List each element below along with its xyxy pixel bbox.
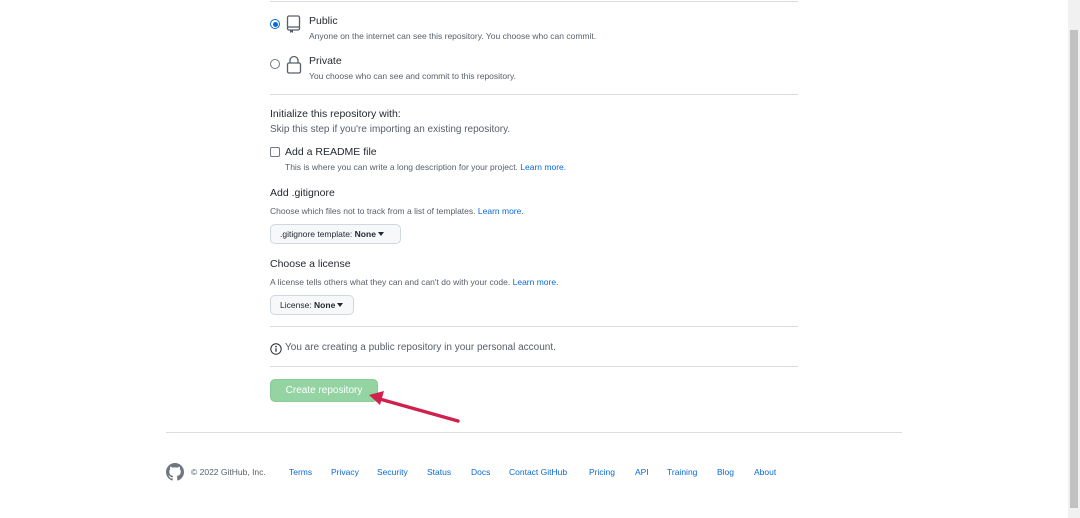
github-logo-icon[interactable] bbox=[166, 463, 184, 486]
license-description: A license tells others what they can and… bbox=[270, 277, 558, 287]
footer-link-contact-github[interactable]: Contact GitHub bbox=[509, 467, 567, 477]
footer-link-blog[interactable]: Blog bbox=[717, 467, 734, 477]
private-description: You choose who can see and commit to thi… bbox=[309, 71, 516, 81]
footer-link-api[interactable]: API bbox=[635, 467, 649, 477]
gitignore-template-dropdown[interactable]: .gitignore template: None bbox=[270, 224, 401, 244]
license-learn-more-link[interactable]: Learn more. bbox=[513, 277, 559, 287]
license-description-text: A license tells others what they can and… bbox=[270, 277, 511, 287]
private-radio[interactable] bbox=[270, 59, 280, 69]
scrollbar-thumb[interactable] bbox=[1070, 30, 1078, 508]
footer-link-docs[interactable]: Docs bbox=[471, 467, 490, 477]
license-heading: Choose a license bbox=[270, 258, 351, 270]
footer-link-status[interactable]: Status bbox=[427, 467, 451, 477]
section-divider bbox=[270, 94, 798, 95]
section-divider bbox=[270, 326, 798, 327]
section-divider bbox=[270, 366, 798, 367]
footer-link-training[interactable]: Training bbox=[667, 467, 697, 477]
gitignore-dropdown-value: None bbox=[354, 229, 376, 239]
lock-icon bbox=[286, 55, 302, 79]
initialize-heading: Initialize this repository with: bbox=[270, 108, 401, 120]
license-dropdown-prefix: License: bbox=[280, 300, 312, 310]
annotation-arrow-icon bbox=[369, 391, 460, 423]
license-dropdown[interactable]: License: None bbox=[270, 295, 354, 315]
readme-checkbox[interactable] bbox=[270, 147, 280, 157]
footer-link-privacy[interactable]: Privacy bbox=[331, 467, 359, 477]
readme-label[interactable]: Add a README file bbox=[285, 146, 377, 158]
gitignore-dropdown-prefix: .gitignore template: bbox=[280, 229, 353, 239]
footer-link-terms[interactable]: Terms bbox=[289, 467, 312, 477]
readme-description: This is where you can write a long descr… bbox=[285, 162, 566, 172]
private-label: Private bbox=[309, 55, 342, 67]
notice-text: You are creating a public repository in … bbox=[285, 342, 556, 353]
footer-link-pricing[interactable]: Pricing bbox=[589, 467, 615, 477]
footer-divider bbox=[166, 432, 902, 433]
readme-learn-more-link[interactable]: Learn more. bbox=[520, 162, 566, 172]
repo-icon bbox=[286, 15, 302, 39]
public-description: Anyone on the internet can see this repo… bbox=[309, 31, 597, 41]
gitignore-description: Choose which files not to track from a l… bbox=[270, 206, 524, 216]
footer-copyright: © 2022 GitHub, Inc. bbox=[191, 467, 266, 477]
readme-description-text: This is where you can write a long descr… bbox=[285, 162, 518, 172]
footer-link-security[interactable]: Security bbox=[377, 467, 408, 477]
chevron-down-icon bbox=[377, 231, 384, 236]
gitignore-learn-more-link[interactable]: Learn more. bbox=[478, 206, 524, 216]
license-dropdown-value: None bbox=[314, 300, 336, 310]
public-radio[interactable] bbox=[270, 19, 280, 29]
public-label: Public bbox=[309, 15, 338, 27]
chevron-down-icon bbox=[337, 302, 344, 307]
footer-link-about[interactable]: About bbox=[754, 467, 776, 477]
gitignore-description-text: Choose which files not to track from a l… bbox=[270, 206, 476, 216]
top-divider bbox=[270, 1, 798, 2]
info-icon bbox=[270, 342, 282, 360]
initialize-subtext: Skip this step if you're importing an ex… bbox=[270, 124, 511, 135]
gitignore-heading: Add .gitignore bbox=[270, 187, 335, 199]
